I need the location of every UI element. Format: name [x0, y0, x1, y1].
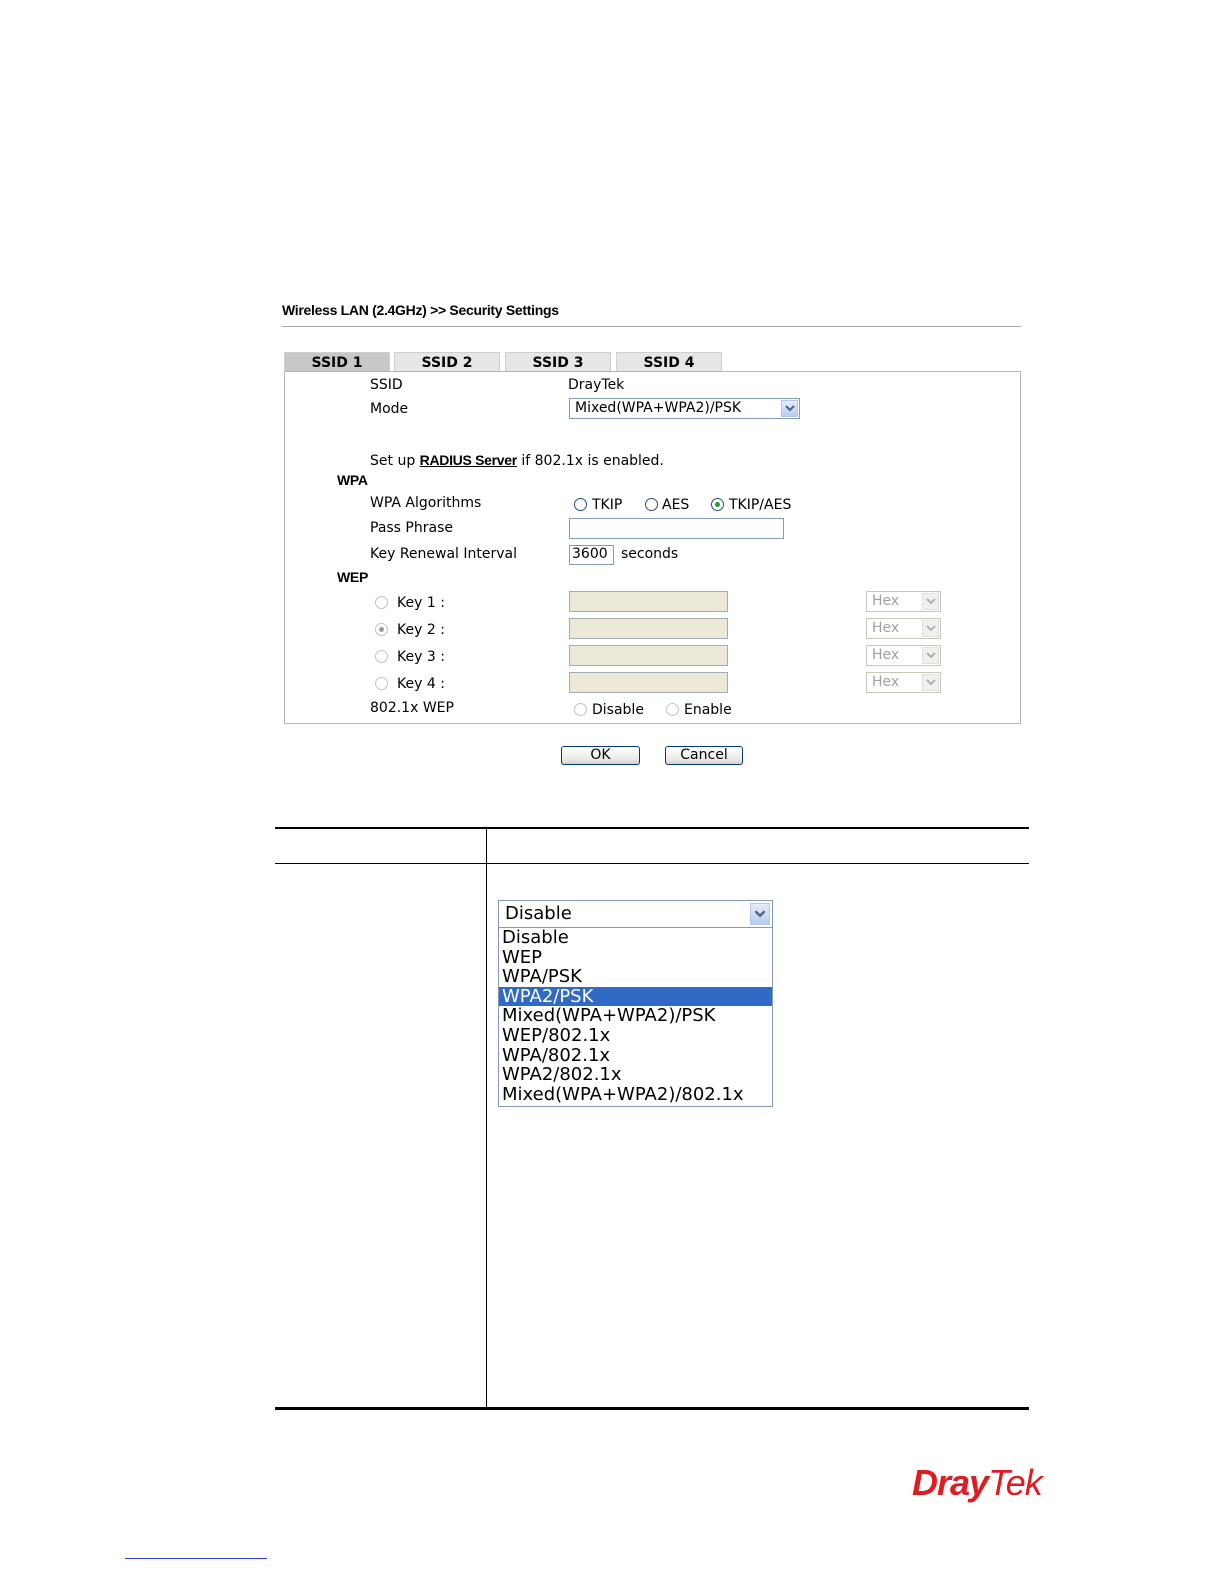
key-renewal-label: Key Renewal Interval	[370, 546, 518, 562]
wpa-algorithms-label: WPA Algorithms	[370, 495, 482, 511]
key-4-format-select[interactable]: Hex	[866, 672, 941, 693]
wep-heading: WEP	[337, 569, 368, 585]
table-column-divider	[486, 829, 487, 1408]
radio-8021x-disable[interactable]	[574, 703, 587, 716]
ok-button[interactable]: OK	[561, 746, 640, 765]
chevron-down-icon	[922, 647, 939, 664]
dropdown-option-mixed-8021x[interactable]: Mixed(WPA+WPA2)/802.1x	[499, 1084, 772, 1105]
dropdown-option-wpa2-8021x[interactable]: WPA2/802.1x	[499, 1065, 772, 1085]
radio-tkip[interactable]	[574, 498, 587, 511]
key-2-label: Key 2 :	[397, 622, 445, 638]
radio-key-2[interactable]	[375, 623, 388, 636]
radio-key-3[interactable]	[375, 650, 388, 663]
key-3-label: Key 3 :	[397, 649, 445, 665]
radio-8021x-disable-label: Disable	[592, 702, 644, 718]
dropdown-option-mixed-psk[interactable]: Mixed(WPA+WPA2)/PSK	[499, 1006, 772, 1026]
mode-select[interactable]: Mixed(WPA+WPA2)/PSK	[569, 398, 800, 419]
table-bottom-border	[275, 1407, 1029, 1410]
chevron-down-icon	[781, 400, 798, 417]
key-renewal-unit: seconds	[621, 546, 679, 562]
dropdown-option-wpa-psk[interactable]: WPA/PSK	[499, 967, 772, 987]
radio-aes-label: AES	[662, 497, 690, 513]
wep-8021x-label: 802.1x WEP	[370, 700, 454, 716]
chevron-down-icon	[922, 620, 939, 637]
mode-select-value: Mixed(WPA+WPA2)/PSK	[575, 400, 742, 416]
radio-aes[interactable]	[645, 498, 658, 511]
dropdown-option-wpa2-psk[interactable]: WPA2/PSK	[499, 986, 772, 1007]
dropdown-option-wpa-8021x[interactable]: WPA/802.1x	[499, 1045, 772, 1066]
table-header-border	[275, 863, 1029, 864]
radio-tkip-label: TKIP	[592, 497, 623, 513]
mode-dropdown[interactable]: Disable	[498, 900, 773, 928]
cancel-button[interactable]: Cancel	[665, 746, 743, 765]
key-renewal-input[interactable]: 3600	[569, 545, 614, 565]
radio-key-1[interactable]	[375, 596, 388, 609]
radio-tkip-aes-label: TKIP/AES	[729, 497, 792, 513]
mode-dropdown-list: Disable WEP WPA/PSK WPA2/PSK Mixed(WPA+W…	[498, 928, 773, 1107]
key-4-input[interactable]	[569, 672, 728, 693]
radio-8021x-enable-label: Enable	[684, 702, 732, 718]
radio-key-4[interactable]	[375, 677, 388, 690]
ssid-value: DrayTek	[568, 377, 625, 393]
footer-line	[125, 1558, 267, 1559]
tab-ssid-3[interactable]: SSID 3	[505, 352, 611, 372]
radius-server-link[interactable]: RADIUS Server	[420, 452, 518, 468]
key-4-label: Key 4 :	[397, 676, 445, 692]
divider	[282, 326, 1021, 327]
tab-ssid-1[interactable]: SSID 1	[284, 352, 390, 372]
chevron-down-icon	[922, 674, 939, 691]
pass-phrase-input[interactable]	[569, 518, 784, 539]
dropdown-option-wep-8021x[interactable]: WEP/802.1x	[499, 1026, 772, 1046]
chevron-down-icon	[750, 903, 770, 925]
breadcrumb: Wireless LAN (2.4GHz) >> Security Settin…	[282, 302, 559, 318]
chevron-down-icon	[922, 593, 939, 610]
tab-ssid-2[interactable]: SSID 2	[394, 352, 500, 372]
key-1-format-select[interactable]: Hex	[866, 591, 941, 612]
draytek-logo: DrayTek	[912, 1462, 1043, 1503]
key-1-label: Key 1 :	[397, 595, 445, 611]
mode-label: Mode	[370, 401, 409, 417]
dropdown-option-wep[interactable]: WEP	[499, 947, 772, 968]
tab-ssid-4[interactable]: SSID 4	[616, 352, 722, 372]
radio-8021x-enable[interactable]	[666, 703, 679, 716]
wpa-heading: WPA	[337, 472, 368, 488]
mode-dropdown-value: Disable	[505, 903, 572, 924]
key-2-input[interactable]	[569, 618, 728, 639]
radio-tkip-aes[interactable]	[711, 498, 724, 511]
key-3-input[interactable]	[569, 645, 728, 666]
ssid-label: SSID	[370, 377, 403, 393]
pass-phrase-label: Pass Phrase	[370, 520, 453, 536]
key-3-format-select[interactable]: Hex	[866, 645, 941, 666]
radius-hint: Set up RADIUS Server if 802.1x is enable…	[370, 452, 664, 469]
key-2-format-select[interactable]: Hex	[866, 618, 941, 639]
key-1-input[interactable]	[569, 591, 728, 612]
table-top-border	[275, 827, 1029, 829]
dropdown-option-disable[interactable]: Disable	[499, 928, 772, 948]
